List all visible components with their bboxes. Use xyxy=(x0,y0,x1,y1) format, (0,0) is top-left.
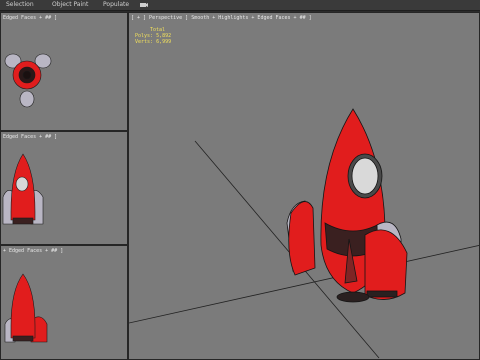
viewport-front[interactable]: Edged Faces + ## ] xyxy=(0,131,128,245)
viewport-top[interactable]: Edged Faces + ## ] xyxy=(0,12,128,131)
camera-icon[interactable] xyxy=(140,2,148,8)
menu-populate[interactable]: Populate xyxy=(103,0,129,10)
menu-selection[interactable]: Selection xyxy=(6,0,34,10)
rocket-perspective xyxy=(286,108,408,303)
rocket-front-view xyxy=(2,153,44,225)
menu-object-paint[interactable]: Object Paint xyxy=(52,0,88,10)
rocket-side-view xyxy=(4,273,48,343)
rocket-top-view xyxy=(4,53,52,108)
viewport-perspective[interactable]: [ + ] Perspective ] Smooth + Highlights … xyxy=(128,12,480,360)
menu-bar: Selection Object Paint Populate xyxy=(0,0,480,11)
viewport-left[interactable]: + Edged Faces + ## ] xyxy=(0,245,128,360)
perspective-scene xyxy=(129,108,479,359)
